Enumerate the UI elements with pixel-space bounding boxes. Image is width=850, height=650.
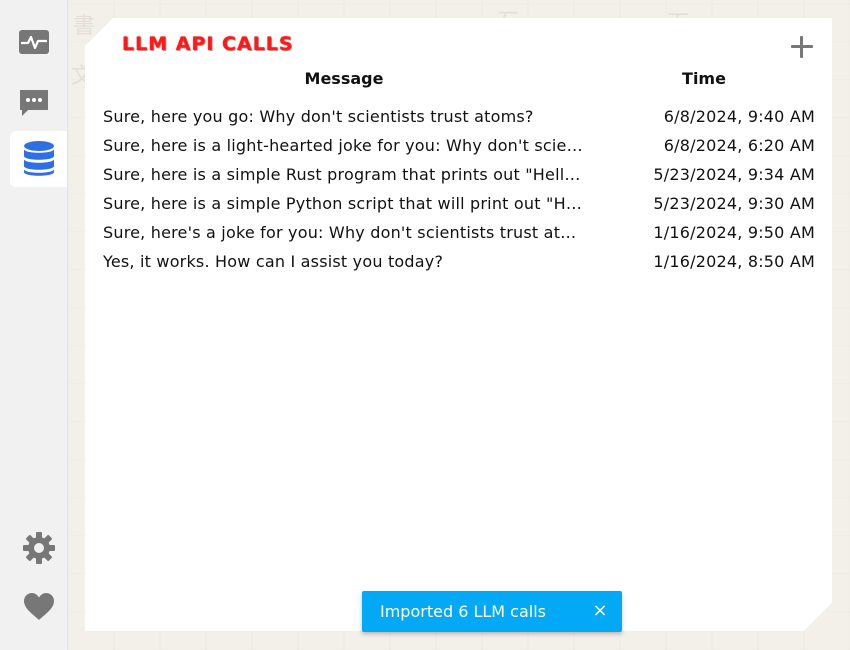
- heart-icon: [23, 593, 54, 620]
- table-row[interactable]: Yes, it works. How can I assist you toda…: [99, 247, 819, 276]
- column-header-message[interactable]: Message: [99, 64, 589, 92]
- sidebar-item-settings[interactable]: [0, 520, 77, 576]
- message-cell[interactable]: Yes, it works. How can I assist you toda…: [99, 247, 589, 276]
- gear-icon: [22, 532, 55, 564]
- sidebar-item-database[interactable]: [10, 131, 67, 187]
- message-cell[interactable]: Sure, here is a simple Rust program that…: [99, 160, 589, 189]
- llm-calls-panel: LLM API CALLS Message Time Sure, here yo…: [85, 18, 832, 631]
- sidebar-item-favorites[interactable]: [0, 579, 77, 635]
- time-cell: 1/16/2024, 8:50 AM: [653, 252, 815, 271]
- message-cell[interactable]: Sure, here is a simple Python script tha…: [99, 189, 589, 218]
- close-icon[interactable]: ×: [590, 601, 610, 621]
- plus-icon[interactable]: [790, 35, 814, 59]
- time-cell: 1/16/2024, 9:50 AM: [653, 223, 815, 242]
- message-cell[interactable]: Sure, here is a light-hearted joke for y…: [99, 131, 589, 160]
- sidebar: [0, 0, 68, 650]
- table-row[interactable]: Sure, here is a simple Python script tha…: [99, 189, 819, 218]
- time-cell: 5/23/2024, 9:30 AM: [653, 194, 815, 213]
- table-row[interactable]: Sure, here is a simple Rust program that…: [99, 160, 819, 189]
- pulse-icon: [18, 30, 49, 54]
- toast-message: Imported 6 LLM calls: [380, 602, 546, 621]
- time-cell: 6/8/2024, 6:20 AM: [663, 136, 815, 155]
- table-header-row: Message Time: [99, 64, 819, 92]
- time-cell: 6/8/2024, 9:40 AM: [663, 107, 815, 126]
- table-row[interactable]: Sure, here's a joke for you: Why don't s…: [99, 218, 819, 247]
- panel-title: LLM API CALLS: [122, 33, 294, 55]
- sidebar-item-activity[interactable]: [0, 14, 67, 70]
- message-cell[interactable]: Sure, here you go: Why don't scientists …: [99, 102, 589, 131]
- background-glyph: 書: [73, 14, 96, 39]
- message-cell[interactable]: Sure, here's a joke for you: Why don't s…: [99, 218, 589, 247]
- table-row[interactable]: Sure, here you go: Why don't scientists …: [99, 102, 819, 131]
- chat-bubble-icon: [19, 90, 48, 116]
- import-toast: Imported 6 LLM calls ×: [362, 591, 622, 632]
- database-icon: [23, 141, 54, 176]
- llm-calls-table: Message Time Sure, here you go: Why don'…: [99, 64, 819, 276]
- sidebar-item-chat[interactable]: [0, 75, 67, 131]
- time-cell: 5/23/2024, 9:34 AM: [653, 165, 815, 184]
- table-row[interactable]: Sure, here is a light-hearted joke for y…: [99, 131, 819, 160]
- column-header-time[interactable]: Time: [589, 64, 819, 92]
